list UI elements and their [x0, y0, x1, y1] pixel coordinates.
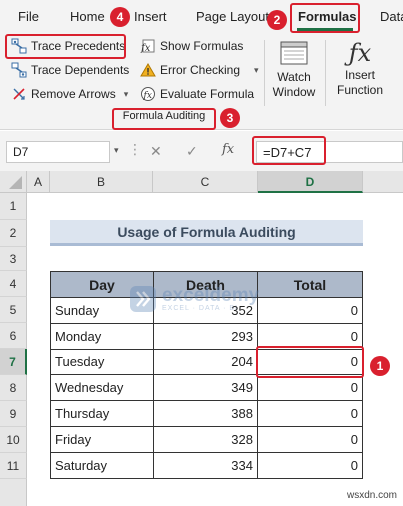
evaluate-formula-button[interactable]: fx Evaluate Formula: [140, 84, 254, 104]
name-box-dropdown-icon[interactable]: ▾: [114, 145, 119, 156]
highlight-trace-precedents: [5, 34, 126, 59]
insert-function-icon: ƒx: [348, 39, 372, 67]
table-row: Wednesday 349 0: [50, 374, 363, 402]
tab-data[interactable]: Data: [380, 9, 403, 24]
remove-arrows-dropdown-icon[interactable]: ▾: [124, 89, 129, 100]
highlight-formulas-tab: [290, 3, 360, 33]
name-box[interactable]: D7: [6, 141, 110, 163]
column-header-d[interactable]: D: [258, 171, 363, 193]
highlight-cell-d7: [256, 346, 364, 378]
tab-file[interactable]: File: [18, 9, 39, 24]
death-cell[interactable]: 349: [153, 374, 258, 402]
confirm-entry-icon[interactable]: ✓: [186, 143, 198, 160]
table-row: Friday 328 0: [50, 425, 363, 453]
header-total[interactable]: Total: [257, 271, 363, 298]
show-formulas-icon: fx: [140, 38, 156, 54]
step-badge-3: 3: [220, 108, 240, 128]
total-cell[interactable]: 0: [257, 400, 363, 427]
watermark-name: exceldemy: [162, 284, 260, 306]
total-cell[interactable]: 0: [257, 374, 363, 402]
insert-function-button[interactable]: ƒx Insert Function: [332, 38, 388, 98]
evaluate-formula-icon: fx: [140, 86, 156, 102]
ribbon-divider: [264, 40, 265, 106]
column-header-b[interactable]: B: [50, 171, 153, 193]
remove-arrows-icon: [11, 86, 27, 102]
error-checking-dropdown-icon[interactable]: ▾: [254, 65, 259, 76]
svg-text:fx: fx: [143, 91, 152, 101]
cancel-entry-icon[interactable]: ✕: [150, 143, 162, 160]
trace-dependents-button[interactable]: Trace Dependents: [11, 60, 129, 80]
column-header-c[interactable]: C: [153, 171, 258, 193]
column-header-blank: [363, 171, 403, 193]
formula-bar-grip-icon: ⋮: [128, 141, 142, 157]
row-header-11[interactable]: 11: [0, 453, 27, 479]
day-cell[interactable]: Friday: [50, 425, 154, 453]
ribbon-divider: [325, 40, 326, 106]
insert-function-label-line2: Function: [336, 83, 384, 97]
row-header-1[interactable]: 1: [0, 193, 27, 220]
row-header-5[interactable]: 5: [0, 297, 27, 323]
trace-dependents-icon: [11, 62, 27, 78]
row-header-9[interactable]: 9: [0, 401, 27, 427]
day-cell[interactable]: Monday: [50, 322, 154, 350]
death-cell[interactable]: 204: [153, 348, 258, 376]
worksheet-grid[interactable]: A B C D 1 2 3 4 5 6 7 8 9 10 11 Usage of…: [0, 171, 403, 506]
exceldemy-logo-icon: [130, 286, 156, 312]
total-cell[interactable]: 0: [257, 297, 363, 324]
day-cell[interactable]: Saturday: [50, 451, 154, 479]
select-all-corner[interactable]: [0, 171, 27, 193]
death-cell[interactable]: 328: [153, 425, 258, 453]
error-checking-icon: [140, 62, 156, 78]
column-header-a[interactable]: A: [27, 171, 50, 193]
remove-arrows-label: Remove Arrows: [31, 87, 116, 101]
step-badge-2: 2: [267, 10, 287, 30]
trace-dependents-label: Trace Dependents: [31, 63, 130, 77]
total-cell[interactable]: 0: [257, 425, 363, 453]
highlight-formula-input: [252, 136, 326, 165]
death-cell[interactable]: 334: [153, 451, 258, 479]
site-credit: wsxdn.com: [346, 490, 397, 501]
total-cell[interactable]: 0: [257, 451, 363, 479]
day-cell[interactable]: Tuesday: [50, 348, 154, 376]
death-cell[interactable]: 388: [153, 400, 258, 427]
watch-window-button[interactable]: Watch Window: [268, 40, 320, 100]
day-cell[interactable]: Thursday: [50, 400, 154, 427]
row-header-6[interactable]: 6: [0, 323, 27, 349]
watch-window-label-line2: Window: [272, 85, 316, 99]
error-checking-button[interactable]: Error Checking ▾: [140, 60, 259, 80]
row-header-10[interactable]: 10: [0, 427, 27, 453]
step-badge-4: 4: [110, 7, 130, 27]
tab-insert[interactable]: Insert: [134, 9, 167, 24]
watch-window-icon: [279, 40, 309, 66]
show-formulas-label: Show Formulas: [160, 39, 244, 53]
row-header-blank: [0, 479, 27, 506]
svg-text:fx: fx: [140, 43, 151, 54]
death-cell[interactable]: 293: [153, 322, 258, 350]
row-header-2[interactable]: 2: [0, 220, 27, 247]
highlight-formula-auditing-group: [112, 108, 216, 130]
tab-page-layout[interactable]: Page Layout: [196, 9, 269, 24]
remove-arrows-button[interactable]: Remove Arrows ▾: [11, 84, 128, 104]
watermark-tagline: EXCEL · DATA · BI: [162, 304, 238, 312]
formula-bar: D7 ▾ ⋮ ✕ ✓ fx =D7+C7: [0, 131, 403, 171]
table-row: Thursday 388 0: [50, 400, 363, 427]
sheet-title: Usage of Formula Auditing: [50, 220, 363, 246]
error-checking-label: Error Checking: [160, 63, 241, 77]
tab-home[interactable]: Home: [70, 9, 105, 24]
row-header-8[interactable]: 8: [0, 375, 27, 401]
step-badge-1: 1: [370, 356, 390, 376]
insert-function-fx-icon[interactable]: fx: [222, 142, 234, 157]
row-header-3[interactable]: 3: [0, 247, 27, 271]
row-header-7[interactable]: 7: [0, 349, 27, 375]
table-row: Saturday 334 0: [50, 451, 363, 479]
evaluate-formula-label: Evaluate Formula: [160, 87, 255, 101]
insert-function-label-line1: Insert: [344, 68, 375, 82]
watch-window-label-line1: Watch: [277, 70, 311, 84]
exceldemy-watermark: exceldemy EXCEL · DATA · BI: [130, 286, 259, 312]
show-formulas-button[interactable]: fx Show Formulas: [140, 36, 243, 56]
row-header-4[interactable]: 4: [0, 271, 27, 297]
day-cell[interactable]: Wednesday: [50, 374, 154, 402]
